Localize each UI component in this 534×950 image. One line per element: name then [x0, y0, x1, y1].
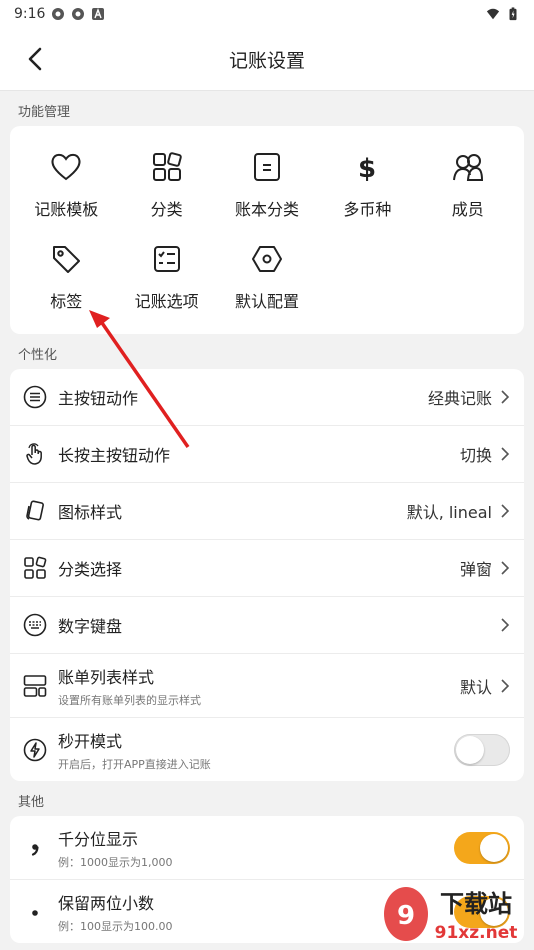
- setting-description: 例：1000显示为1,000: [58, 855, 173, 869]
- dot-icon: [32, 909, 38, 916]
- grid-item-tag[interactable]: 标签: [16, 232, 116, 324]
- grid-item-book-category[interactable]: 账本分类: [217, 140, 317, 232]
- setting-thousands-separator: 千分位显示 例：1000显示为1,000: [10, 816, 524, 880]
- options-icon: [153, 246, 180, 272]
- chevron-right-icon: [501, 561, 510, 575]
- setting-label: 千分位显示: [58, 829, 139, 849]
- svg-text:9: 9: [397, 901, 415, 931]
- grid-item-label: 标签: [50, 292, 83, 311]
- grid-item-members[interactable]: 成员: [418, 140, 518, 232]
- grid-item-category[interactable]: 分类: [116, 140, 216, 232]
- grid-item-default-config[interactable]: 默认配置: [217, 232, 317, 324]
- personal-settings-card: 主按钮动作 经典记账 长按主按钮动作 切换 图标样式 默认, lineal 分类…: [10, 369, 524, 781]
- category-select-icon: [24, 556, 47, 579]
- function-grid-card: 记账模板 分类 账本分类 $ 多币种 成员 标签 记账选项 默认配置: [10, 126, 524, 334]
- toggle-knob: [480, 833, 508, 862]
- setting-label: 账单列表样式: [58, 667, 155, 687]
- setting-description: 设置所有账单列表的显示样式: [58, 693, 201, 707]
- heart-icon: [51, 153, 81, 181]
- dollar-icon: $: [358, 154, 376, 184]
- tag-icon: [53, 246, 81, 273]
- grid-item-label: 成员: [451, 200, 484, 219]
- setting-icon-style[interactable]: 图标样式 默认, lineal: [10, 483, 524, 540]
- lightning-icon: [23, 738, 47, 761]
- app-notification-icon-2: [72, 8, 85, 20]
- setting-label: 主按钮动作: [58, 389, 139, 408]
- status-time: 9:16: [14, 6, 46, 22]
- status-bar: 9:16: [0, 0, 534, 28]
- hexagon-icon: [251, 246, 282, 272]
- touch-icon: [26, 443, 42, 465]
- wifi-icon: [486, 8, 500, 20]
- grid-item-label: 分类: [150, 200, 183, 219]
- toggle-knob: [456, 735, 484, 764]
- keyboard-icon: [23, 613, 47, 637]
- icon-style-icon: [26, 500, 44, 521]
- list-style-icon: [23, 674, 47, 697]
- grid-item-label: 记账模板: [34, 200, 99, 219]
- site-watermark: 9 下载站 91xz.net: [384, 887, 518, 943]
- chevron-right-icon: [501, 390, 510, 404]
- category-icon: [152, 152, 182, 181]
- section-label-func: 功能管理: [18, 105, 71, 120]
- setting-label: 图标样式: [58, 503, 123, 522]
- instant-open-toggle[interactable]: [454, 733, 510, 766]
- a-notification-icon: [92, 8, 105, 20]
- setting-bill-list-style[interactable]: 账单列表样式 设置所有账单列表的显示样式 默认: [10, 654, 524, 718]
- top-bar: 记账设置: [0, 28, 534, 91]
- grid-item-template[interactable]: 记账模板: [16, 140, 116, 232]
- setting-label: 秒开模式: [58, 731, 123, 751]
- back-button[interactable]: [18, 42, 52, 76]
- setting-value: 默认, lineal: [406, 503, 492, 522]
- chevron-right-icon: [501, 504, 510, 518]
- back-arrow-icon: [28, 47, 42, 71]
- book-category-icon: [253, 153, 280, 181]
- setting-value: 经典记账: [427, 389, 492, 408]
- app-notification-icon: [52, 8, 65, 20]
- chevron-right-icon: [501, 618, 510, 632]
- members-icon: [452, 154, 483, 181]
- setting-label: 数字键盘: [58, 617, 123, 636]
- grid-item-label: 多币种: [343, 200, 392, 219]
- setting-instant-open: 秒开模式 开启后，打开APP直接进入记账: [10, 718, 524, 781]
- setting-label: 长按主按钮动作: [58, 446, 171, 465]
- comma-icon: [31, 843, 39, 856]
- chevron-right-icon: [501, 678, 510, 693]
- setting-value: 弹窗: [459, 560, 492, 579]
- grid-item-options[interactable]: 记账选项: [116, 232, 216, 324]
- section-label-personal: 个性化: [18, 348, 58, 363]
- thousands-separator-toggle[interactable]: [454, 831, 510, 864]
- grid-item-currency[interactable]: $ 多币种: [317, 140, 417, 232]
- grid-item-label: 记账选项: [134, 292, 199, 311]
- setting-category-select[interactable]: 分类选择 弹窗: [10, 540, 524, 597]
- battery-icon: [509, 7, 517, 21]
- section-label-other: 其他: [18, 795, 45, 810]
- grid-item-label: 默认配置: [234, 292, 299, 311]
- setting-main-button-action[interactable]: 主按钮动作 经典记账: [10, 369, 524, 426]
- chevron-right-icon: [501, 447, 510, 461]
- setting-label: 分类选择: [58, 560, 123, 579]
- watermark-url: 91xz.net: [435, 923, 518, 943]
- setting-description: 开启后，打开APP直接进入记账: [58, 757, 211, 771]
- setting-value: 切换: [459, 446, 492, 465]
- setting-long-press-action[interactable]: 长按主按钮动作 切换: [10, 426, 524, 483]
- watermark-text: 下载站: [440, 890, 512, 918]
- list-circle-icon: [23, 385, 47, 409]
- setting-number-keyboard[interactable]: 数字键盘: [10, 597, 524, 654]
- grid-item-label: 账本分类: [234, 200, 299, 219]
- page-title: 记账设置: [228, 49, 305, 72]
- svg-text:$: $: [358, 154, 376, 184]
- setting-value: 默认: [459, 677, 492, 697]
